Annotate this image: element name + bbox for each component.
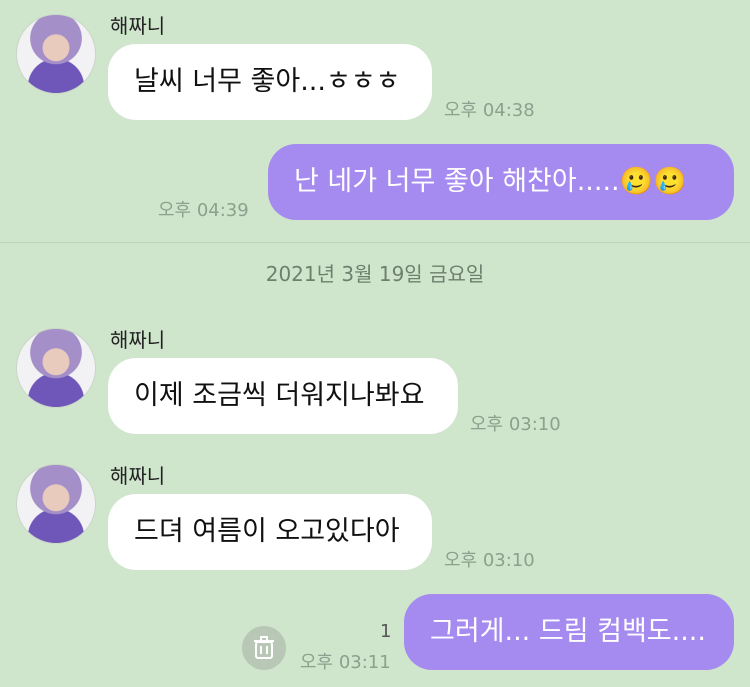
date-separator: 2021년 3월 19일 금요일 [265,262,485,286]
message-time: 오후 03:11 [300,652,391,673]
message-bubble[interactable]: 드뎌 여름이 오고있다아 [108,494,432,570]
message-time: 오후 03:10 [444,550,535,571]
message-time: 오후 04:38 [444,100,535,121]
trash-icon-glyph [254,636,274,659]
avatar[interactable] [16,464,96,544]
avatar[interactable] [16,328,96,408]
sender-name: 해짜니 [110,464,166,488]
message-bubble[interactable]: 이제 조금씩 더워지나봐요 [108,358,458,434]
message-bubble[interactable]: 그러게... 드림 컴백도.... [404,594,734,670]
message-time: 오후 04:39 [158,200,249,221]
message-time: 오후 03:10 [470,414,561,435]
message-text: 그러게... 드림 컴백도.... [430,616,706,647]
avatar[interactable] [16,14,96,94]
message-text: 날씨 너무 좋아...ㅎㅎㅎ [134,66,401,97]
sender-name: 해짜니 [110,14,166,38]
unread-count: 1 [380,621,392,642]
message-bubble[interactable]: 난 네가 너무 좋아 해찬아.....🥲🥲 [268,144,734,220]
sender-name: 해짜니 [110,328,166,352]
trash-icon[interactable] [242,626,286,670]
date-divider-line [0,242,750,243]
message-text: 이제 조금씩 더워지나봐요 [134,380,425,411]
message-text: 드뎌 여름이 오고있다아 [134,516,400,547]
message-text: 난 네가 너무 좋아 해찬아.....🥲🥲 [294,166,687,197]
message-bubble[interactable]: 날씨 너무 좋아...ㅎㅎㅎ [108,44,432,120]
